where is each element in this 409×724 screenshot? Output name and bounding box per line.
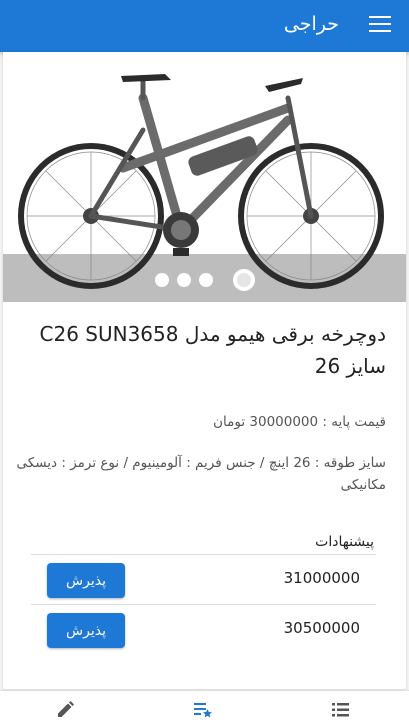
carousel-dot-active[interactable] xyxy=(233,269,255,291)
product-card: دوچرخه برقی هیمو مدل C26 SUN3658 سایز 26… xyxy=(3,52,406,689)
accept-offer-button[interactable]: پذیرش xyxy=(47,563,125,598)
offer-amount: 31000000 xyxy=(283,569,360,587)
carousel-indicators xyxy=(3,269,406,291)
product-specs: سایز طوقه : 26 اینچ / جنس فریم : آلومینی… xyxy=(16,455,386,493)
electric-bicycle-image xyxy=(18,74,384,289)
image-carousel[interactable] xyxy=(3,52,406,302)
app-bar: حراجی xyxy=(0,0,409,52)
carousel-dot[interactable] xyxy=(177,273,191,287)
hamburger-menu-icon[interactable] xyxy=(369,16,391,36)
product-title: دوچرخه برقی هیمو مدل C26 SUN3658 سایز 26 xyxy=(39,322,387,378)
accept-offer-button[interactable]: پذیرش xyxy=(47,613,125,648)
offer-row: 31000000 پذیرش xyxy=(31,554,376,604)
carousel-dot[interactable] xyxy=(199,273,213,287)
offer-row: 30500000 پذیرش xyxy=(31,604,376,654)
offers-list: 31000000 پذیرش 30500000 پذیرش xyxy=(31,554,376,654)
offers-heading: پیشنهادات xyxy=(315,534,374,550)
app-title: حراجی xyxy=(283,13,339,35)
base-price: قیمت پایه : 30000000 تومان xyxy=(213,414,386,430)
bottom-navigation xyxy=(0,690,409,724)
pencil-icon[interactable] xyxy=(55,700,77,720)
offer-amount: 30500000 xyxy=(283,619,360,637)
list-icon[interactable] xyxy=(330,700,352,720)
carousel-dot[interactable] xyxy=(155,273,169,287)
starred-list-icon[interactable] xyxy=(192,700,214,720)
